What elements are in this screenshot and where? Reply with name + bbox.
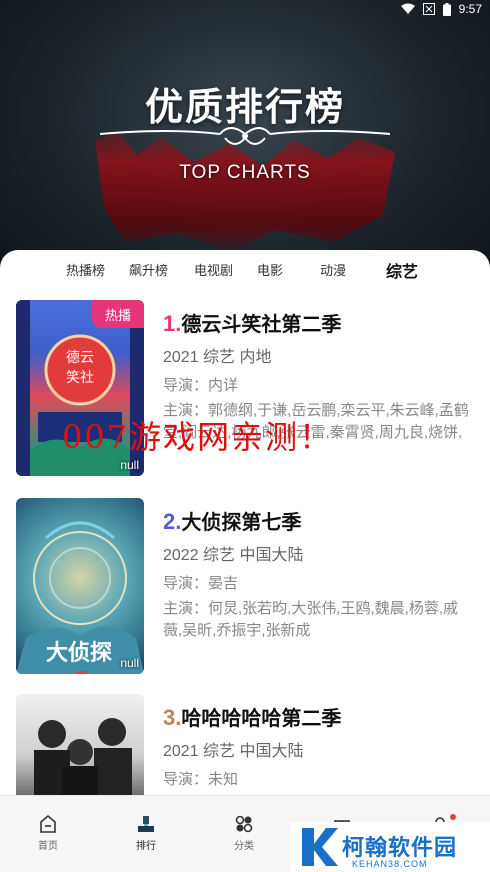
rank-number: 3. (163, 705, 182, 730)
nav-category[interactable]: 分类 (214, 814, 274, 852)
item-title[interactable]: 2.大侦探第七季 (163, 506, 301, 535)
site-logo-badge: 柯翰软件园 KEHAN38.COM (290, 822, 490, 872)
tab-movie[interactable]: 电影 (257, 260, 283, 279)
item-meta: 2021 综艺 中国大陆 (163, 743, 304, 760)
item-title[interactable]: 3.哈哈哈哈哈第二季 (163, 702, 341, 731)
wifi-icon (400, 3, 415, 15)
site-name: 柯翰软件园 (342, 835, 458, 860)
tab-anime[interactable]: 动漫 (320, 260, 346, 279)
item-director: 导演：内详 (163, 377, 239, 394)
status-bar: 9:57 (0, 0, 490, 20)
list-item[interactable]: 大侦探 null 2.大侦探第七季 2022 综艺 中国大陆 导演：晏吉 主演：… (0, 498, 490, 683)
item-meta: 2021 综艺 内地 (163, 349, 272, 366)
item-meta: 2022 综艺 中国大陆 (163, 547, 304, 564)
poster-label: null (120, 656, 139, 670)
notification-dot (450, 814, 456, 820)
list-item[interactable]: 3.哈哈哈哈哈第二季 2021 综艺 中国大陆 导演：未知 (0, 694, 490, 795)
tab-rising[interactable]: 飙升榜 (129, 260, 168, 279)
nav-home-label: 首页 (38, 841, 58, 852)
indicator-mark (76, 671, 88, 674)
nav-ranking[interactable]: 排行 (116, 814, 176, 852)
show-title: 哈哈哈哈哈第二季 (181, 708, 342, 730)
item-director: 导演：未知 (163, 771, 239, 788)
tab-tv-series[interactable]: 电视剧 (194, 260, 233, 279)
watermark-text: 007游戏网亲测！ (62, 418, 334, 456)
battery-icon (442, 2, 451, 16)
svg-text:德云: 德云 (66, 350, 94, 366)
tab-hot[interactable]: 热播榜 (66, 260, 105, 279)
show-title: 大侦探第七季 (181, 512, 302, 534)
nav-home[interactable]: 首页 (18, 814, 78, 852)
ornament-divider (100, 127, 390, 145)
category-tabs: 热播榜 飙升榜 电视剧 电影 动漫 综艺 (0, 260, 490, 282)
item-director: 导演：晏吉 (163, 575, 239, 592)
hero-subtitle: TOP CHARTS (179, 162, 311, 183)
svg-text:笑社: 笑社 (66, 370, 94, 386)
poster-image[interactable]: 大侦探 null (16, 498, 144, 674)
svg-text:大侦探: 大侦探 (46, 640, 112, 666)
home-icon (40, 814, 56, 833)
hero-banner: 9:57 优质排行榜 TOP CHARTS (0, 0, 490, 290)
rank-number: 2. (163, 509, 182, 534)
ranking-panel: 热播榜 飙升榜 电视剧 电影 动漫 综艺 德云 笑社 热播 null 1.德云斗… (0, 250, 490, 795)
item-cast: 主演：何炅,张若昀,大张伟,王鸥,魏晨,杨蓉,戚薇,吴昕,乔振宇,张新成 (163, 600, 459, 639)
category-icon (235, 815, 253, 833)
sim-icon (422, 3, 435, 15)
hot-badge: 热播 (92, 300, 144, 328)
rank-number: 1. (163, 311, 182, 336)
poster-image[interactable] (16, 694, 144, 795)
show-title: 德云斗笑社第二季 (181, 314, 342, 336)
site-url: KEHAN38.COM (352, 859, 428, 869)
nav-category-label: 分类 (234, 841, 254, 852)
ranking-icon (138, 816, 154, 832)
poster-label: null (120, 458, 139, 472)
item-title[interactable]: 1.德云斗笑社第二季 (163, 308, 341, 337)
status-time: 9:57 (458, 2, 482, 16)
kehan-logo-icon (302, 828, 338, 866)
tab-variety[interactable]: 综艺 (386, 258, 418, 282)
nav-ranking-label: 排行 (136, 841, 156, 852)
